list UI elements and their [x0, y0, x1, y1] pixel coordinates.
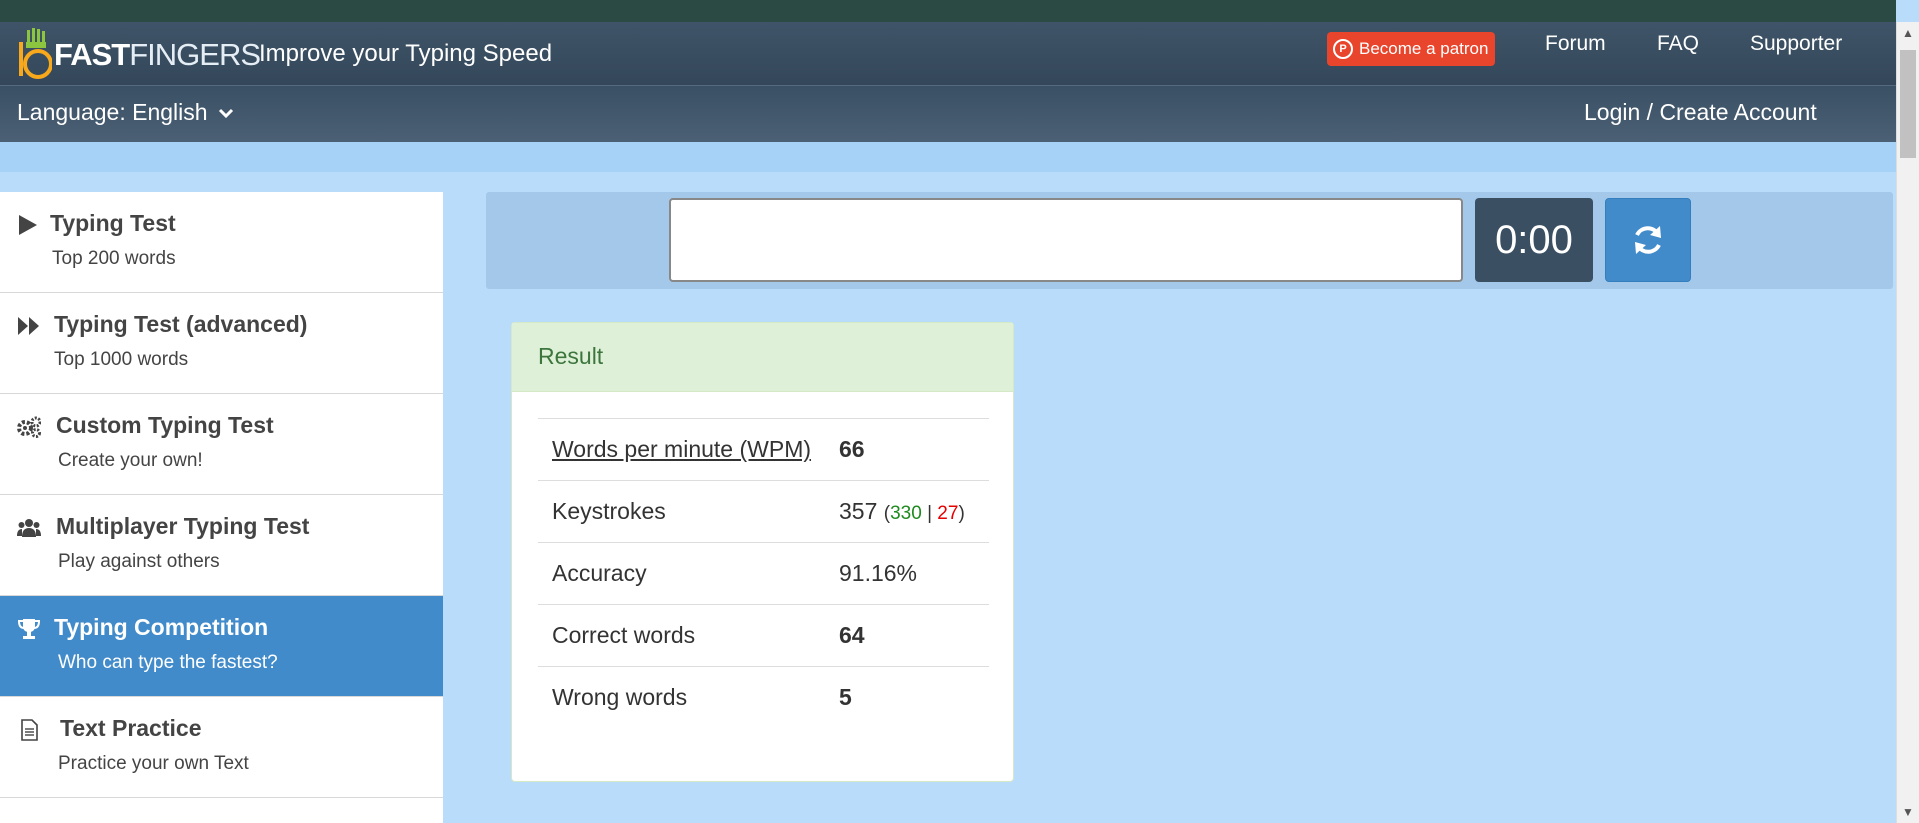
- table-row: Accuracy 91.16%: [538, 542, 989, 605]
- sidebar-menu: Typing Test Top 200 words Typing Test (a…: [0, 192, 443, 823]
- result-panel: Result Words per minute (WPM) 66 Keystro…: [511, 322, 1014, 782]
- browser-top-strip: [0, 0, 1896, 22]
- language-selector[interactable]: Language: English: [17, 99, 234, 126]
- keystrokes-wrong: 27: [937, 503, 959, 524]
- refresh-icon: [1635, 226, 1661, 254]
- document-icon: [21, 719, 38, 741]
- gears-icon: [17, 416, 41, 438]
- keystrokes-correct: 330: [890, 503, 922, 524]
- scrollbar-thumb[interactable]: [1900, 50, 1916, 158]
- result-table: Words per minute (WPM) 66 Keystrokes 357…: [538, 418, 989, 729]
- sidebar-item-subtitle: Create your own!: [58, 450, 203, 471]
- sidebar-item-title: Custom Typing Test: [56, 412, 274, 438]
- sidebar-item-title: Typing Test (advanced): [54, 311, 308, 337]
- sidebar-item-typing-test-advanced[interactable]: Typing Test (advanced) Top 1000 words: [0, 293, 443, 394]
- wpm-label[interactable]: Words per minute (WPM): [538, 418, 829, 481]
- table-row: Keystrokes 357 (330 | 27): [538, 480, 989, 543]
- chevron-down-icon: [218, 108, 233, 118]
- sidebar-item-typing-test[interactable]: Typing Test Top 200 words: [0, 192, 443, 293]
- page-scrollbar[interactable]: ▲ ▼: [1896, 22, 1919, 823]
- correct-words-value: 64: [829, 604, 989, 667]
- sidebar-item-text-practice[interactable]: Text Practice Practice your own Text: [0, 697, 443, 798]
- sidebar-item-multiplayer[interactable]: Multiplayer Typing Test Play against oth…: [0, 495, 443, 596]
- hand-logo-icon: [19, 28, 52, 79]
- scroll-up-arrow-icon[interactable]: ▲: [1902, 26, 1914, 40]
- patron-label: Become a patron: [1359, 39, 1489, 58]
- site-tagline: Improve your Typing Speed: [259, 40, 553, 67]
- result-heading: Result: [512, 323, 1013, 392]
- site-header: FASTFINGERS Improve your Typing Speed P …: [0, 22, 1896, 86]
- sidebar-item-title: Typing Competition: [54, 614, 269, 640]
- nav-supporter-link[interactable]: Supporter: [1750, 32, 1842, 56]
- accuracy-value: 91.16%: [829, 542, 989, 605]
- scroll-down-arrow-icon[interactable]: ▼: [1902, 805, 1914, 819]
- nav-faq-link[interactable]: FAQ: [1657, 32, 1699, 56]
- logo-text: FASTFINGERS: [54, 36, 261, 72]
- language-label: Language: English: [17, 99, 208, 125]
- patreon-icon: P: [1333, 39, 1353, 59]
- countdown-timer: 0:00: [1475, 198, 1593, 282]
- sidebar-item-subtitle: Top 200 words: [52, 248, 176, 269]
- sidebar-item-title: Typing Test: [50, 210, 176, 236]
- wrong-words-value: 5: [829, 666, 989, 729]
- header-band: [0, 142, 1896, 172]
- table-row: Correct words 64: [538, 604, 989, 667]
- sidebar-item-title: Text Practice: [60, 715, 202, 741]
- sidebar-item-subtitle: Who can type the fastest?: [58, 652, 278, 673]
- site-logo[interactable]: FASTFINGERS: [18, 22, 261, 86]
- sidebar-item-subtitle: Top 1000 words: [54, 349, 189, 370]
- keystrokes-total: 357: [839, 498, 878, 524]
- table-row: Wrong words 5: [538, 666, 989, 729]
- users-icon: [17, 519, 41, 537]
- language-bar: Language: English Login / Create Account: [0, 86, 1896, 142]
- sidebar-item-subtitle: Play against others: [58, 551, 220, 572]
- sidebar-item-subtitle: Practice your own Text: [58, 753, 249, 774]
- fast-forward-icon: [18, 317, 39, 335]
- sidebar-item-typing-competition[interactable]: Typing Competition Who can type the fast…: [0, 596, 443, 697]
- sidebar-item-custom-typing-test[interactable]: Custom Typing Test Create your own!: [0, 394, 443, 495]
- sidebar-item-title: Multiplayer Typing Test: [56, 513, 310, 539]
- play-icon: [19, 215, 37, 235]
- table-row: Words per minute (WPM) 66: [538, 418, 989, 481]
- reload-button[interactable]: [1605, 198, 1691, 282]
- correct-words-label: Correct words: [538, 604, 829, 667]
- trophy-icon: [17, 619, 41, 639]
- typing-input-field[interactable]: [669, 198, 1463, 282]
- login-create-account-link[interactable]: Login / Create Account: [1584, 99, 1817, 126]
- become-patron-button[interactable]: P Become a patron: [1327, 32, 1495, 66]
- keystrokes-value: 357 (330 | 27): [829, 480, 989, 543]
- accuracy-label: Accuracy: [538, 542, 829, 605]
- keystrokes-label: Keystrokes: [538, 480, 829, 543]
- wrong-words-label: Wrong words: [538, 666, 829, 729]
- nav-forum-link[interactable]: Forum: [1545, 32, 1606, 56]
- wpm-value: 66: [829, 418, 989, 481]
